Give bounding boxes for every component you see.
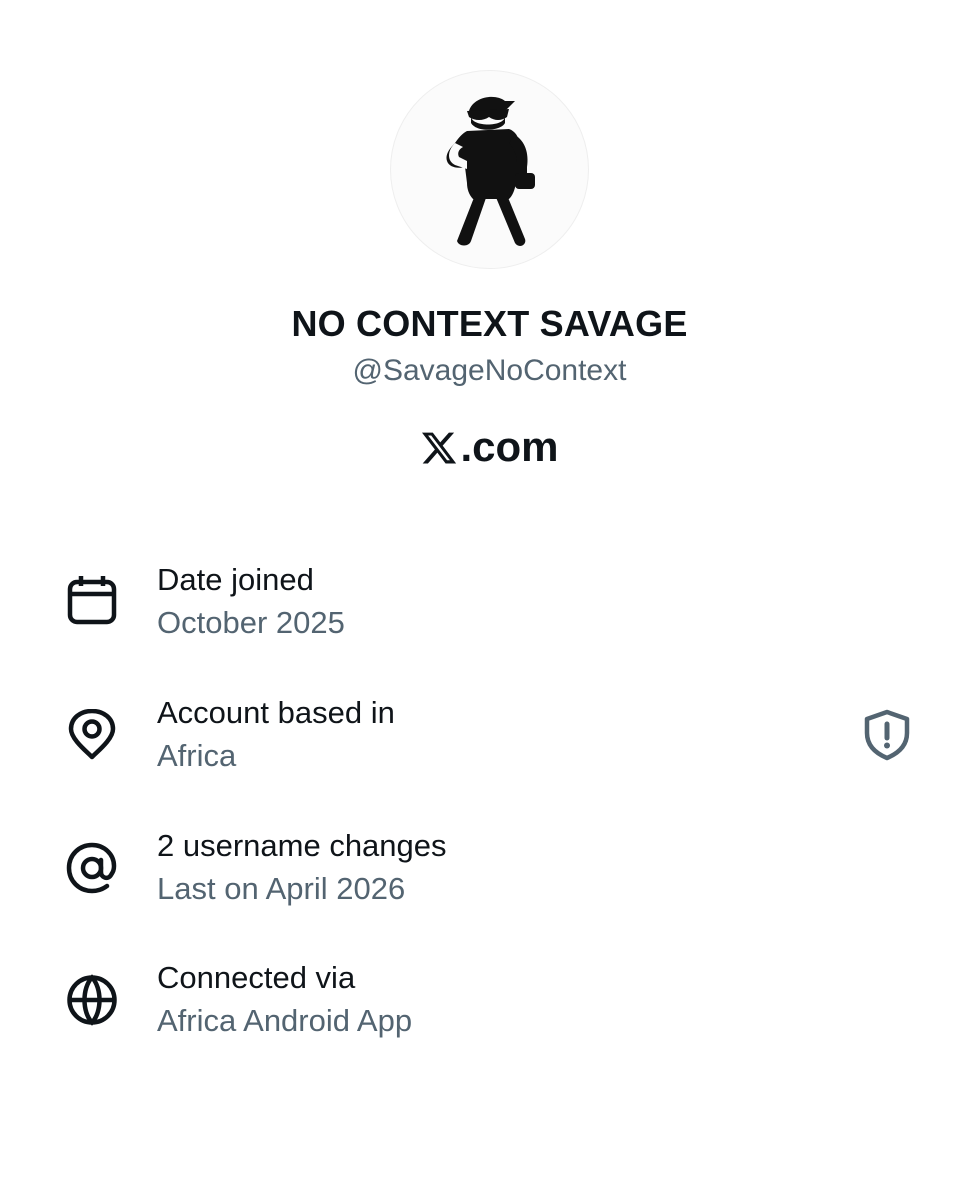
location-pin-icon xyxy=(66,709,118,761)
about-value: Africa Android App xyxy=(157,1003,413,1038)
about-value: Africa xyxy=(157,738,237,773)
about-value: October 2025 xyxy=(157,605,345,640)
calendar-icon xyxy=(66,574,118,626)
about-row-username-changes: 2 username changes Last on April 2026 xyxy=(0,826,979,926)
about-title: Account based in xyxy=(157,695,395,730)
display-name: NO CONTEXT SAVAGE xyxy=(291,303,688,344)
about-value: Last on April 2026 xyxy=(157,871,406,906)
globe-icon xyxy=(66,974,118,1026)
brand-wordmark: .com xyxy=(0,422,979,472)
shield-alert-icon[interactable] xyxy=(862,709,912,761)
about-title: Date joined xyxy=(157,562,314,597)
brand-suffix: .com xyxy=(460,423,559,470)
at-sign-icon xyxy=(66,842,118,894)
username-handle: @SavageNoContext xyxy=(352,354,627,387)
about-title: Connected via xyxy=(157,960,356,995)
profile-avatar[interactable] xyxy=(390,70,589,269)
about-row-date-joined: Date joined October 2025 xyxy=(0,560,979,660)
about-title: 2 username changes xyxy=(157,828,447,863)
about-row-account-based-in: Account based in Africa xyxy=(0,693,979,793)
x-logo-icon xyxy=(420,428,458,466)
about-row-connected-via: Connected via Africa Android App xyxy=(0,958,979,1058)
savage-figure-avatar xyxy=(446,96,535,246)
